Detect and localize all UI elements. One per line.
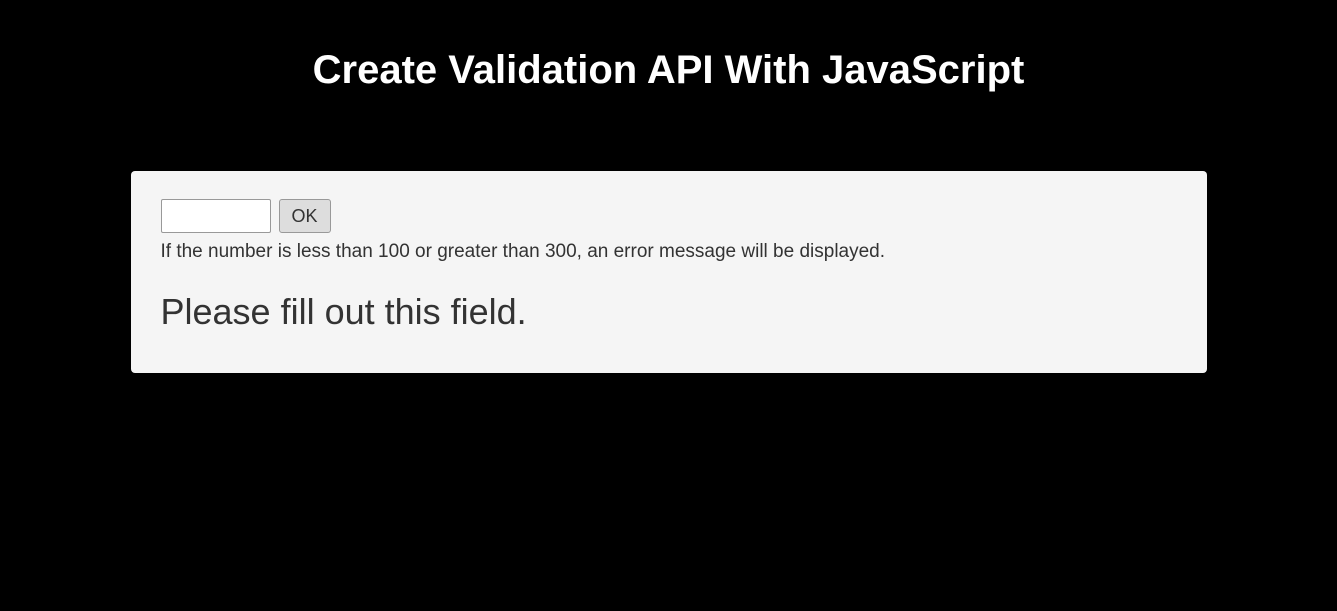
- number-input[interactable]: [161, 199, 271, 233]
- validation-message: Please fill out this field.: [161, 291, 1177, 333]
- form-row: OK: [161, 199, 1177, 233]
- ok-button[interactable]: OK: [279, 199, 331, 233]
- form-card: OK If the number is less than 100 or gre…: [131, 171, 1207, 373]
- page: Create Validation API With JavaScript OK…: [0, 0, 1337, 611]
- page-title: Create Validation API With JavaScript: [0, 0, 1337, 93]
- help-text: If the number is less than 100 or greate…: [161, 241, 1177, 263]
